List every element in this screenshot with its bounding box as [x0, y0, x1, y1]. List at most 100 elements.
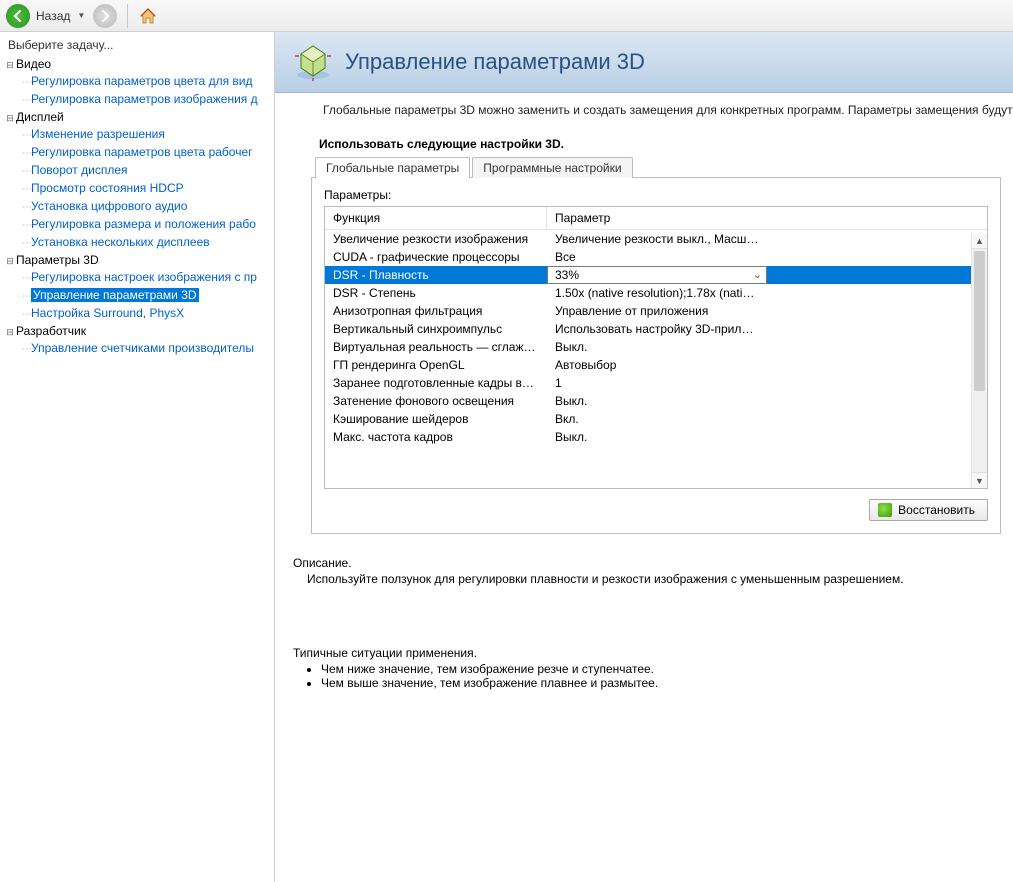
tree-branch-icon: ⋯ [22, 309, 31, 320]
toolbar-separator [127, 4, 128, 28]
sidebar-title: Выберите задачу... [0, 32, 274, 56]
table-row[interactable]: Увеличение резкости изображенияУвеличени… [325, 230, 987, 248]
table-row[interactable]: Вертикальный синхроимпульсИспользовать н… [325, 320, 987, 338]
table-row[interactable]: Заранее подготовленные кадры вирту...1 [325, 374, 987, 392]
cell-value: Автовыбор [547, 356, 767, 374]
tree-branch-icon: ⋯ [22, 95, 31, 106]
cell-function: Затенение фонового освещения [325, 392, 547, 410]
tree-category[interactable]: Параметры 3D [16, 253, 99, 267]
table-row[interactable]: Виртуальная реальность — сглаживан...Вык… [325, 338, 987, 356]
cell-function: CUDA - графические процессоры [325, 248, 547, 266]
back-dropdown-icon[interactable]: ▼ [77, 11, 85, 20]
cell-function: Заранее подготовленные кадры вирту... [325, 374, 547, 392]
tree-category[interactable]: Видео [16, 57, 51, 71]
tree-branch-icon: ⋯ [22, 166, 31, 177]
tree-link[interactable]: Установка цифрового аудио [31, 199, 187, 213]
table-row[interactable]: Затенение фонового освещенияВыкл. [325, 392, 987, 410]
cell-function: Увеличение резкости изображения [325, 230, 547, 248]
tree-link[interactable]: Управление параметрами 3D [31, 288, 199, 302]
restore-button[interactable]: Восстановить [869, 499, 988, 521]
table-row[interactable]: ГП рендеринга OpenGLАвтовыбор [325, 356, 987, 374]
table-row[interactable]: DSR - Плавность33% [325, 266, 987, 284]
tree-toggle-icon[interactable]: ⊟ [4, 110, 16, 126]
cell-function: ГП рендеринга OpenGL [325, 356, 547, 374]
page-title: Управление параметрами 3D [345, 49, 645, 75]
tree-toggle-icon[interactable]: ⊟ [4, 324, 16, 340]
page-header: Управление параметрами 3D [275, 32, 1013, 93]
cell-value: Все [547, 248, 767, 266]
tree-branch-icon: ⋯ [22, 344, 31, 355]
cell-value: Выкл. [547, 338, 767, 356]
tree-link[interactable]: Регулировка настроек изображения с пр [31, 270, 257, 284]
tree-toggle-icon[interactable]: ⊟ [4, 253, 16, 269]
tree-link[interactable]: Регулировка параметров цвета для вид [31, 74, 252, 88]
cell-value: 1.50x (native resolution);1.78x (native … [547, 284, 767, 302]
usage-title: Типичные ситуации применения. [293, 646, 1013, 660]
tab-panel: Параметры: Функция Параметр Увеличение р… [311, 177, 1001, 534]
tree-link[interactable]: Настройка Surround, PhysX [31, 306, 184, 320]
tab-program[interactable]: Программные настройки [472, 157, 632, 178]
back-button[interactable] [6, 4, 30, 28]
tree-branch-icon: ⋯ [22, 77, 31, 88]
params-table: Функция Параметр Увеличение резкости изо… [324, 206, 988, 489]
restore-label: Восстановить [898, 503, 975, 517]
tree-link[interactable]: Поворот дисплея [31, 163, 128, 177]
cell-value: Увеличение резкости выкл., Масштаби... [547, 230, 767, 248]
cell-function: Вертикальный синхроимпульс [325, 320, 547, 338]
column-value[interactable]: Параметр [547, 207, 767, 229]
content-area: Управление параметрами 3D Глобальные пар… [275, 32, 1013, 882]
nvidia-logo-icon [878, 503, 892, 517]
toolbar: Назад ▼ [0, 0, 1013, 32]
scrollbar[interactable]: ▲ ▼ [971, 233, 987, 488]
tree-link[interactable]: Регулировка параметров изображения д [31, 92, 258, 106]
tree-branch-icon: ⋯ [22, 273, 31, 284]
sidebar: Выберите задачу... ⊟Видео⋯Регулировка па… [0, 32, 275, 882]
tree-toggle-icon[interactable]: ⊟ [4, 57, 16, 73]
nav-tree: ⊟Видео⋯Регулировка параметров цвета для … [0, 56, 274, 358]
usage-block: Типичные ситуации применения. Чем ниже з… [293, 646, 1013, 690]
settings-groupbox: Использовать следующие настройки 3D. Гло… [311, 133, 1001, 534]
tree-link[interactable]: Регулировка параметров цвета рабочег [31, 145, 253, 159]
tabs: Глобальные параметры Программные настрой… [311, 157, 1001, 178]
tree-category[interactable]: Дисплей [16, 110, 64, 124]
cell-value: 1 [547, 374, 767, 392]
tree-link[interactable]: Управление счетчиками производителы [31, 341, 254, 355]
params-header: Функция Параметр [325, 207, 987, 230]
tree-link[interactable]: Изменение разрешения [31, 127, 165, 141]
forward-button[interactable] [93, 4, 117, 28]
tree-branch-icon: ⋯ [22, 130, 31, 141]
cell-function: Анизотропная фильтрация [325, 302, 547, 320]
table-row[interactable]: CUDA - графические процессорыВсе [325, 248, 987, 266]
table-row[interactable]: Кэширование шейдеровВкл. [325, 410, 987, 428]
tree-branch-icon: ⋯ [22, 291, 31, 302]
tree-branch-icon: ⋯ [22, 220, 31, 231]
table-row[interactable]: Анизотропная фильтрацияУправление от при… [325, 302, 987, 320]
scroll-up-icon[interactable]: ▲ [972, 233, 987, 249]
scroll-thumb[interactable] [974, 251, 985, 391]
back-label: Назад [36, 9, 70, 23]
tree-branch-icon: ⋯ [22, 238, 31, 249]
usage-item: Чем выше значение, тем изображение плавн… [321, 676, 1013, 690]
description-title: Описание. [293, 556, 993, 570]
cell-value: Вкл. [547, 410, 767, 428]
cell-function: DSR - Степень [325, 284, 547, 302]
scroll-down-icon[interactable]: ▼ [972, 472, 987, 488]
table-row[interactable]: Макс. частота кадровВыкл. [325, 428, 987, 446]
header-3d-icon [293, 42, 333, 82]
usage-item: Чем ниже значение, тем изображение резче… [321, 662, 1013, 676]
table-row[interactable]: DSR - Степень1.50x (native resolution);1… [325, 284, 987, 302]
tree-link[interactable]: Просмотр состояния HDCP [31, 181, 184, 195]
tree-link[interactable]: Установка нескольких дисплеев [31, 235, 210, 249]
groupbox-title: Использовать следующие настройки 3D. [311, 133, 1001, 157]
cell-value-dropdown[interactable]: 33% [547, 266, 767, 284]
cell-value: Выкл. [547, 392, 767, 410]
tree-category[interactable]: Разработчик [16, 324, 86, 338]
tree-link[interactable]: Регулировка размера и положения рабо [31, 217, 256, 231]
tab-global[interactable]: Глобальные параметры [315, 157, 470, 178]
tree-branch-icon: ⋯ [22, 148, 31, 159]
cell-function: Макс. частота кадров [325, 428, 547, 446]
cell-value: Управление от приложения [547, 302, 767, 320]
description-block: Описание. Используйте ползунок для регул… [293, 556, 993, 586]
home-button[interactable] [138, 7, 158, 25]
column-function[interactable]: Функция [325, 207, 547, 229]
